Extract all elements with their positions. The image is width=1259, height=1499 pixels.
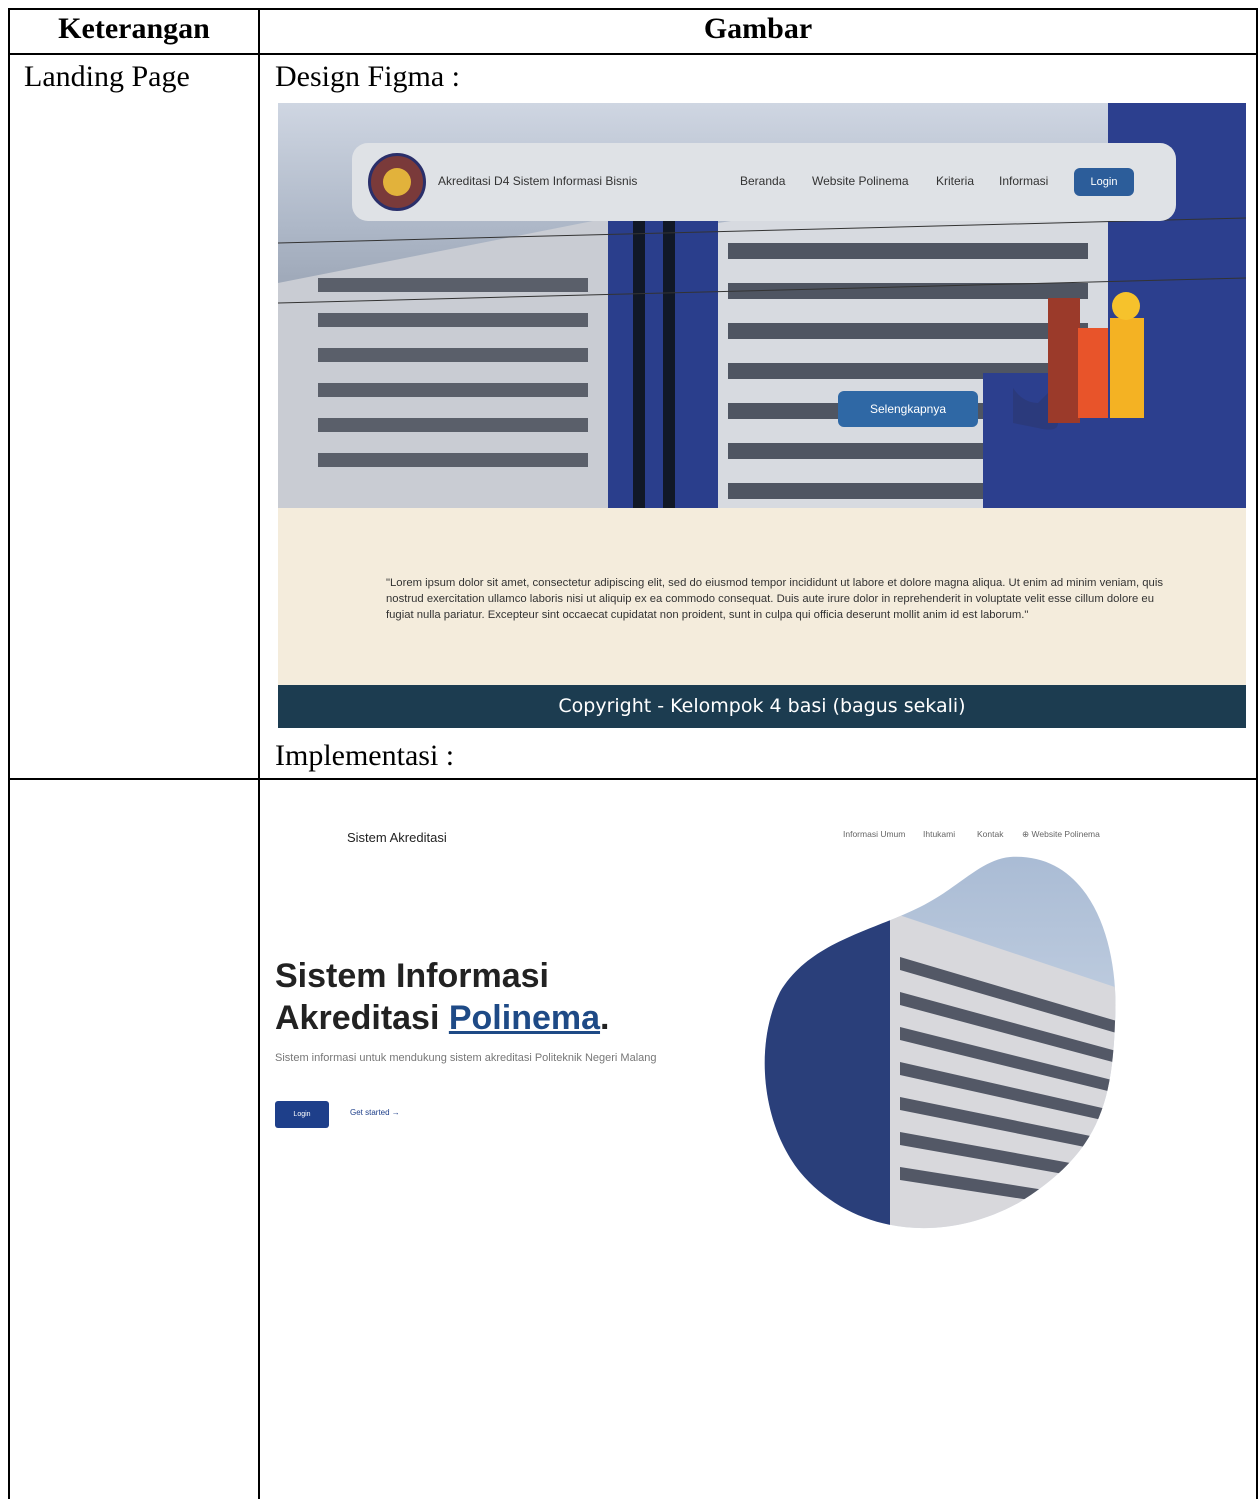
figma-design-mockup: Akreditasi D4 Sistem Informasi Bisnis Be… xyxy=(278,103,1246,728)
table-column-divider xyxy=(258,8,260,1499)
impl-headline-highlight: Polinema xyxy=(448,999,601,1037)
impl-get-started-link[interactable]: Get started → xyxy=(350,1108,400,1117)
header-gambar: Gambar xyxy=(703,12,813,45)
table-border-top xyxy=(8,8,1258,10)
table-row-divider xyxy=(8,778,1258,780)
hero-building-image: Akreditasi D4 Sistem Informasi Bisnis Be… xyxy=(278,103,1246,508)
figma-nav-kriteria[interactable]: Kriteria xyxy=(936,174,974,188)
figma-site-title: Akreditasi D4 Sistem Informasi Bisnis xyxy=(438,174,638,188)
implementation-label: Implementasi : xyxy=(275,739,455,772)
impl-headline-suffix: . xyxy=(600,999,610,1037)
table-header-divider xyxy=(8,53,1258,55)
figma-navbar: Akreditasi D4 Sistem Informasi Bisnis Be… xyxy=(352,143,1176,221)
impl-nav-kontak[interactable]: Kontak xyxy=(977,829,1003,839)
impl-brand[interactable]: Sistem Akreditasi xyxy=(347,830,447,845)
figma-nav-website-polinema[interactable]: Website Polinema xyxy=(812,174,909,188)
globe-icon: ⊕ xyxy=(1022,829,1030,839)
impl-login-button[interactable]: Login xyxy=(275,1101,329,1128)
figma-lorem-paragraph: "Lorem ipsum dolor sit amet, consectetur… xyxy=(386,577,1163,621)
impl-nav-informasi-umum[interactable]: Informasi Umum xyxy=(843,829,905,839)
table-border-left xyxy=(8,8,10,1499)
figma-nav-beranda[interactable]: Beranda xyxy=(740,174,785,188)
figma-footer-copyright: Copyright - Kelompok 4 basi (bagus sekal… xyxy=(278,685,1246,728)
figma-nav-informasi[interactable]: Informasi xyxy=(999,174,1048,188)
impl-nav-website-polinema-label: Website Polinema xyxy=(1031,829,1100,839)
impl-headline-line2: Akreditasi Polinema. xyxy=(275,997,609,1039)
row-label-landing-page: Landing Page xyxy=(24,60,190,93)
polinema-logo-icon xyxy=(368,153,426,211)
header-keterangan: Keterangan xyxy=(58,12,210,45)
impl-headline-line1: Sistem Informasi xyxy=(275,957,549,995)
impl-headline-prefix: Akreditasi xyxy=(275,999,449,1037)
impl-nav-ihtukami[interactable]: Ihtukami xyxy=(923,829,955,839)
figma-login-button[interactable]: Login xyxy=(1074,168,1134,196)
table-border-right xyxy=(1256,8,1258,1499)
impl-subtitle: Sistem informasi untuk mendukung sistem … xyxy=(275,1052,657,1064)
impl-nav-website-polinema[interactable]: ⊕ Website Polinema xyxy=(1022,829,1100,840)
figma-selengkapnya-button[interactable]: Selengkapnya xyxy=(838,391,978,427)
design-figma-label: Design Figma : xyxy=(275,60,460,93)
impl-hero-blob-image xyxy=(764,856,1116,1229)
